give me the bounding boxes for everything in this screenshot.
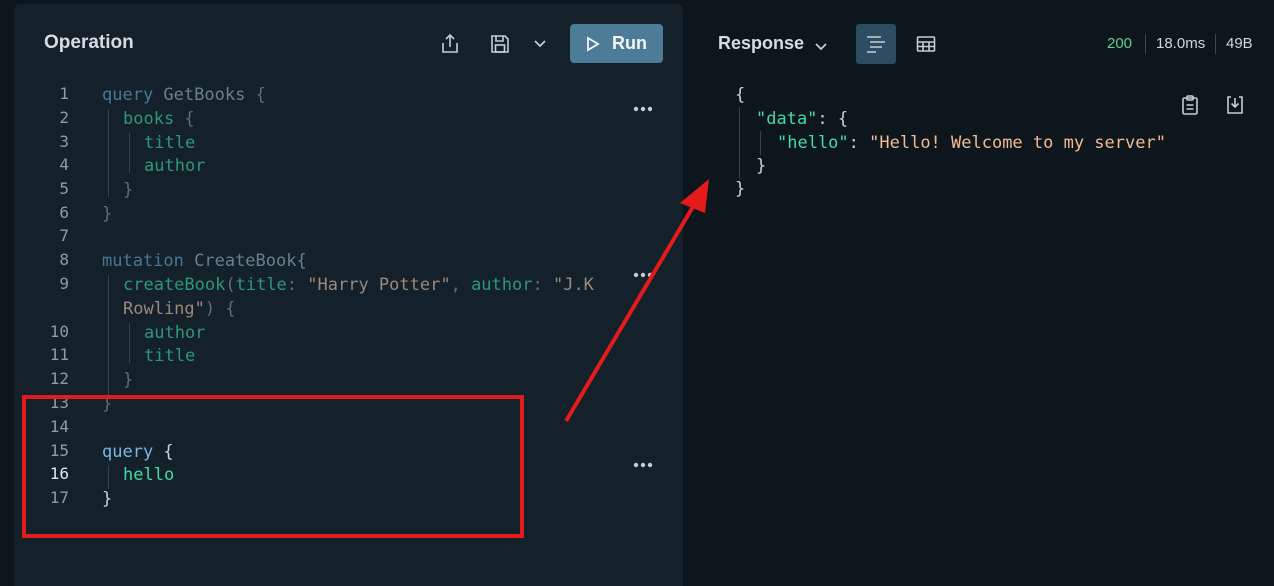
- line-number: 1: [59, 84, 69, 103]
- chevron-down-icon[interactable]: [528, 32, 552, 56]
- line-number: 3: [59, 132, 69, 151]
- more-icon[interactable]: [633, 100, 653, 112]
- json-line-1: {: [735, 85, 746, 105]
- operation-title: Operation: [44, 32, 134, 53]
- code-line-4[interactable]: author: [144, 154, 205, 178]
- line-number: 10: [49, 322, 69, 341]
- json-line-5: }: [735, 179, 746, 199]
- line-number: 7: [59, 226, 69, 245]
- chevron-down-icon[interactable]: [814, 39, 828, 57]
- code-line-5[interactable]: }: [123, 178, 133, 202]
- json-line-2: "data": {: [756, 109, 849, 129]
- status-code: 200: [1107, 35, 1133, 52]
- line-number: 2: [59, 108, 69, 127]
- code-line-11[interactable]: title: [144, 344, 195, 368]
- json-line-4: }: [756, 156, 767, 176]
- more-icon[interactable]: [633, 456, 653, 468]
- line-number: 12: [49, 369, 69, 388]
- annotation-highlight-box: [22, 395, 524, 538]
- code-line-9[interactable]: createBook(title: "Harry Potter", author…: [123, 273, 594, 297]
- code-line-10[interactable]: author: [144, 321, 205, 345]
- response-time: 18.0ms: [1156, 35, 1206, 52]
- line-number: 9: [59, 274, 69, 293]
- run-label: Run: [612, 33, 647, 53]
- download-icon[interactable]: [1225, 94, 1245, 121]
- code-line-9-wrap[interactable]: Rowling") {: [123, 297, 236, 321]
- more-icon[interactable]: [633, 266, 653, 278]
- line-number: 6: [59, 203, 69, 222]
- response-size: 49B: [1226, 35, 1253, 52]
- json-line-3: "hello": "Hello! Welcome to my server": [777, 133, 1166, 153]
- run-button[interactable]: Run: [570, 24, 663, 63]
- line-number: 8: [59, 250, 69, 269]
- line-number: 5: [59, 179, 69, 198]
- code-line-6[interactable]: }: [102, 202, 112, 226]
- share-icon[interactable]: [438, 32, 462, 56]
- list-view-icon[interactable]: [856, 24, 896, 64]
- copy-icon[interactable]: [1180, 94, 1200, 121]
- line-number: 11: [49, 345, 69, 364]
- code-line-12[interactable]: }: [123, 368, 133, 392]
- line-number: 4: [59, 155, 69, 174]
- response-title[interactable]: Response: [718, 33, 804, 54]
- code-line-3[interactable]: title: [144, 131, 195, 155]
- code-line-2[interactable]: books {: [123, 107, 195, 131]
- table-view-icon[interactable]: [906, 24, 946, 64]
- save-icon[interactable]: [488, 32, 512, 56]
- code-line-1[interactable]: query GetBooks {: [102, 83, 266, 107]
- play-icon: [587, 35, 600, 52]
- code-line-8[interactable]: mutation CreateBook{: [102, 249, 307, 273]
